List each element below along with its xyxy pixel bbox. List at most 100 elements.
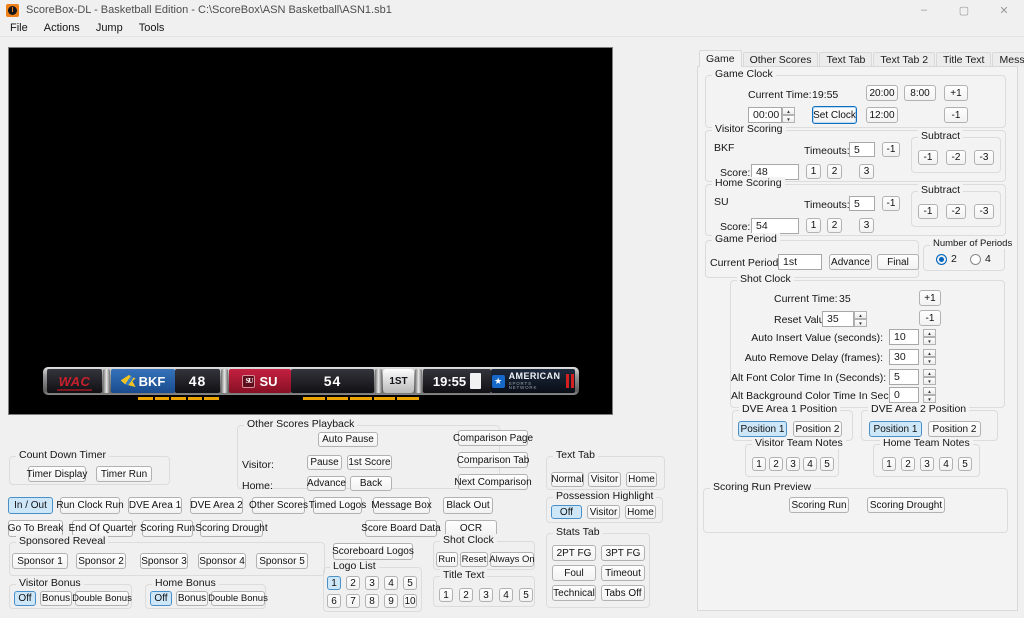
maximize-button[interactable]: ▢ bbox=[944, 0, 984, 20]
period-final-button[interactable]: Final bbox=[877, 254, 919, 270]
home-bonus-button[interactable]: Bonus bbox=[176, 591, 208, 606]
visitor-add-1-button[interactable]: 1 bbox=[806, 164, 821, 179]
spinner-down-icon[interactable]: ▼ bbox=[782, 115, 795, 123]
home-double-bonus-button[interactable]: Double Bonus bbox=[211, 591, 265, 606]
scoring-run-button[interactable]: Scoring Run bbox=[142, 520, 193, 537]
menu-tools[interactable]: Tools bbox=[131, 22, 173, 34]
preview-scoring-run-button[interactable]: Scoring Run bbox=[789, 497, 849, 513]
stats-timeout-button[interactable]: Timeout bbox=[601, 565, 645, 581]
timer-display-button[interactable]: Timer Display bbox=[28, 466, 86, 482]
home-subtract-1-button[interactable]: -1 bbox=[918, 204, 938, 219]
run-clock-run-button[interactable]: Run Clock Run bbox=[60, 497, 120, 514]
text-tab-visitor-button[interactable]: Visitor bbox=[588, 472, 621, 487]
sponsor-5-button[interactable]: Sponsor 5 bbox=[256, 553, 308, 569]
alt-background-color-input[interactable]: 0 bbox=[889, 387, 919, 403]
clock-preset-20-button[interactable]: 20:00 bbox=[866, 85, 898, 101]
in-out-button[interactable]: In / Out bbox=[8, 497, 53, 514]
sponsor-4-button[interactable]: Sponsor 4 bbox=[198, 553, 246, 569]
set-clock-spinner[interactable]: ▲ ▼ bbox=[782, 107, 795, 123]
stats-tabs-off-button[interactable]: Tabs Off bbox=[601, 585, 645, 601]
possession-home-button[interactable]: Home bbox=[625, 505, 656, 519]
home-subtract-2-button[interactable]: -2 bbox=[946, 204, 966, 219]
spinner-up-icon[interactable]: ▲ bbox=[923, 349, 936, 357]
comparison-tab-button[interactable]: Comparison Tab bbox=[458, 452, 528, 468]
shot-clock-reset-button[interactable]: Reset bbox=[460, 552, 488, 567]
visitor-note-2-button[interactable]: 2 bbox=[769, 457, 783, 471]
auto-pause-button[interactable]: Auto Pause bbox=[318, 432, 378, 447]
title-text-2-button[interactable]: 2 bbox=[459, 588, 473, 602]
tab-message-box[interactable]: Message Box bbox=[992, 52, 1024, 67]
alt-background-color-spinner[interactable]: ▲ ▼ bbox=[923, 387, 936, 403]
title-text-1-button[interactable]: 1 bbox=[439, 588, 453, 602]
reset-value-input[interactable]: 35 bbox=[822, 311, 854, 327]
black-out-button[interactable]: Black Out bbox=[443, 497, 493, 514]
home-timeouts-input[interactable]: 5 bbox=[849, 196, 875, 211]
visitor-bonus-button[interactable]: Bonus bbox=[40, 591, 72, 606]
tab-game[interactable]: Game bbox=[699, 50, 742, 67]
logo-7-button[interactable]: 7 bbox=[346, 594, 360, 608]
stats-3pt-fg-button[interactable]: 3PT FG bbox=[601, 545, 645, 561]
title-text-4-button[interactable]: 4 bbox=[499, 588, 513, 602]
title-text-5-button[interactable]: 5 bbox=[519, 588, 533, 602]
visitor-bonus-off-button[interactable]: Off bbox=[14, 591, 36, 606]
spinner-up-icon[interactable]: ▲ bbox=[782, 107, 795, 115]
playback-back-button[interactable]: Back bbox=[350, 476, 392, 491]
comparison-page-button[interactable]: Comparison Page bbox=[458, 430, 528, 446]
title-text-3-button[interactable]: 3 bbox=[479, 588, 493, 602]
playback-pause-button[interactable]: Pause bbox=[307, 455, 342, 470]
visitor-note-1-button[interactable]: 1 bbox=[752, 457, 766, 471]
clock-minus-1-button[interactable]: -1 bbox=[944, 107, 968, 123]
scoring-drought-button[interactable]: Scoring Drought bbox=[200, 520, 263, 537]
home-subtract-3-button[interactable]: -3 bbox=[974, 204, 994, 219]
alt-font-color-spinner[interactable]: ▲ ▼ bbox=[923, 369, 936, 385]
dve1-position-1-button[interactable]: Position 1 bbox=[738, 421, 787, 437]
minimize-button[interactable]: – bbox=[904, 0, 944, 20]
visitor-subtract-2-button[interactable]: -2 bbox=[946, 150, 966, 165]
period-advance-button[interactable]: Advance bbox=[829, 254, 872, 270]
home-timeout-minus-button[interactable]: -1 bbox=[882, 196, 900, 211]
visitor-note-3-button[interactable]: 3 bbox=[786, 457, 800, 471]
shot-plus-1-button[interactable]: +1 bbox=[919, 290, 941, 306]
current-period-input[interactable]: 1st bbox=[778, 254, 822, 270]
stats-foul-button[interactable]: Foul bbox=[552, 565, 596, 581]
menu-file[interactable]: File bbox=[2, 22, 36, 34]
text-tab-home-button[interactable]: Home bbox=[626, 472, 657, 487]
visitor-add-2-button[interactable]: 2 bbox=[827, 164, 842, 179]
spinner-down-icon[interactable]: ▼ bbox=[923, 337, 936, 345]
timed-logos-button[interactable]: Timed Logos bbox=[313, 497, 362, 514]
message-box-button[interactable]: Message Box bbox=[373, 497, 430, 514]
logo-5-button[interactable]: 5 bbox=[403, 576, 417, 590]
preview-scoring-drought-button[interactable]: Scoring Drought bbox=[867, 497, 945, 513]
spinner-up-icon[interactable]: ▲ bbox=[923, 369, 936, 377]
playback-advance-button[interactable]: Advance bbox=[307, 476, 346, 491]
visitor-note-5-button[interactable]: 5 bbox=[820, 457, 834, 471]
logo-4-button[interactable]: 4 bbox=[384, 576, 398, 590]
menu-jump[interactable]: Jump bbox=[88, 22, 131, 34]
clock-preset-8-button[interactable]: 8:00 bbox=[904, 85, 936, 101]
tab-text-tab[interactable]: Text Tab bbox=[819, 52, 872, 67]
alt-font-color-input[interactable]: 5 bbox=[889, 369, 919, 385]
home-add-2-button[interactable]: 2 bbox=[827, 218, 842, 233]
visitor-subtract-3-button[interactable]: -3 bbox=[974, 150, 994, 165]
sponsor-2-button[interactable]: Sponsor 2 bbox=[76, 553, 126, 569]
logo-9-button[interactable]: 9 bbox=[384, 594, 398, 608]
periods-4-radio[interactable] bbox=[970, 254, 981, 265]
home-note-1-button[interactable]: 1 bbox=[882, 457, 896, 471]
visitor-timeouts-input[interactable]: 5 bbox=[849, 142, 875, 157]
home-add-1-button[interactable]: 1 bbox=[806, 218, 821, 233]
other-scores-button[interactable]: Other Scores bbox=[252, 497, 305, 514]
shot-clock-always-on-button[interactable]: Always On bbox=[490, 552, 534, 567]
dve2-position-1-button[interactable]: Position 1 bbox=[869, 421, 922, 437]
dve1-position-2-button[interactable]: Position 2 bbox=[793, 421, 842, 437]
stats-technical-button[interactable]: Technical bbox=[552, 585, 596, 601]
visitor-timeout-minus-button[interactable]: -1 bbox=[882, 142, 900, 157]
spinner-up-icon[interactable]: ▲ bbox=[923, 329, 936, 337]
auto-remove-spinner[interactable]: ▲ ▼ bbox=[923, 349, 936, 365]
possession-off-button[interactable]: Off bbox=[551, 505, 582, 519]
dve-area-1-button[interactable]: DVE Area 1 bbox=[128, 497, 182, 514]
clock-plus-1-button[interactable]: +1 bbox=[944, 85, 968, 101]
close-button[interactable]: ✕ bbox=[984, 0, 1024, 20]
auto-insert-spinner[interactable]: ▲ ▼ bbox=[923, 329, 936, 345]
spinner-down-icon[interactable]: ▼ bbox=[854, 319, 867, 327]
home-score-input[interactable]: 54 bbox=[751, 218, 799, 234]
